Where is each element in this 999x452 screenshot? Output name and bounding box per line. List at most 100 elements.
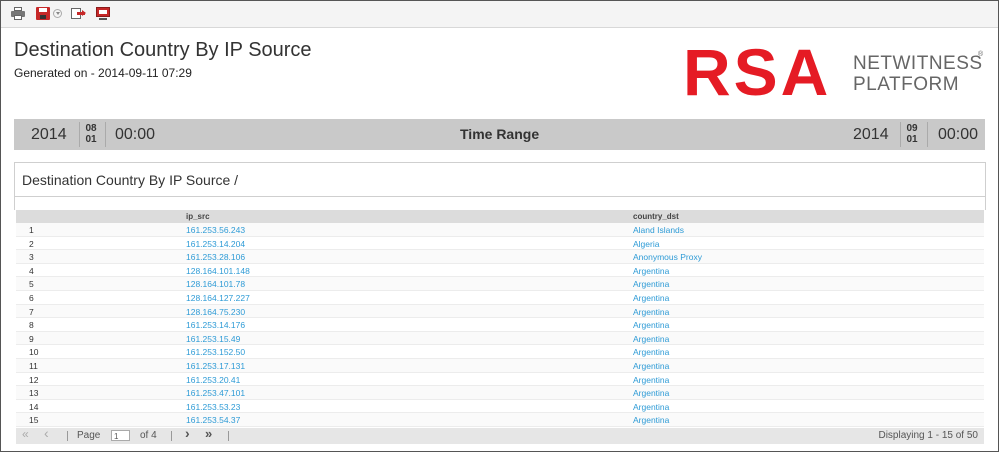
last-page-button[interactable]: » <box>205 427 212 440</box>
table-row[interactable]: 11 161.253.17.131 Argentina <box>16 358 984 373</box>
row-number: 11 <box>29 360 38 371</box>
generated-timestamp: Generated on - 2014-09-11 07:29 <box>14 66 192 80</box>
logo-line1: NETWITNESS <box>853 53 983 74</box>
report-panel-header: Destination Country By IP Source / <box>14 162 986 197</box>
country-dst-link[interactable]: Aland Islands <box>633 225 684 235</box>
time-range-label: Time Range <box>460 126 540 142</box>
country-dst-link[interactable]: Argentina <box>633 347 669 357</box>
table-row[interactable]: 1 161.253.56.243 Aland Islands <box>16 223 984 237</box>
page-title: Destination Country By IP Source <box>14 39 312 61</box>
country-dst-link[interactable]: Argentina <box>633 320 669 330</box>
ip-src-link[interactable]: 161.253.15.49 <box>186 334 240 344</box>
table-row[interactable]: 3 161.253.28.106 Anonymous Proxy <box>16 250 984 264</box>
window-icon[interactable] <box>96 7 110 20</box>
row-number: 14 <box>29 401 39 412</box>
row-number: 2 <box>29 238 34 249</box>
country-dst-link[interactable]: Anonymous Proxy <box>633 252 702 262</box>
ip-src-link[interactable]: 128.164.101.148 <box>186 266 250 276</box>
end-day: 01 <box>906 134 918 145</box>
table-row[interactable]: 14 161.253.53.23 Argentina <box>16 400 984 414</box>
toolbar <box>1 1 998 28</box>
table-row[interactable]: 7 128.164.75.230 Argentina <box>16 304 984 319</box>
start-month: 08 <box>85 123 97 134</box>
row-number: 12 <box>29 374 39 385</box>
start-time: 00:00 <box>115 126 156 143</box>
country-dst-link[interactable]: Argentina <box>633 388 669 398</box>
ip-src-link[interactable]: 128.164.127.227 <box>186 293 250 303</box>
country-dst-link[interactable]: Algeria <box>633 239 659 249</box>
table-row[interactable]: 2 161.253.14.204 Algeria <box>16 237 984 251</box>
results-table: ip_src country_dst 1 161.253.56.243 Aland … <box>16 210 984 427</box>
prev-page-button[interactable]: ‹ <box>44 426 49 440</box>
table-row[interactable]: 12 161.253.20.41 Argentina <box>16 373 984 387</box>
table-header: ip_src country_dst <box>16 210 984 223</box>
ip-src-link[interactable]: 161.253.47.101 <box>186 388 245 398</box>
printer-icon[interactable] <box>11 7 25 20</box>
row-number: 8 <box>29 320 34 331</box>
end-year: 2014 <box>853 126 889 143</box>
table-row[interactable]: 10 161.253.152.50 Argentina <box>16 345 984 359</box>
row-number: 13 <box>29 388 39 399</box>
save-icon[interactable] <box>36 7 50 20</box>
start-day: 01 <box>85 134 97 145</box>
country-dst-link[interactable]: Argentina <box>633 307 669 317</box>
time-range-bar: 2014 08 01 00:00 Time Range 2014 09 01 0… <box>14 119 985 150</box>
table-row[interactable]: 13 161.253.47.101 Argentina <box>16 386 984 400</box>
logo-registered: ® <box>978 51 984 58</box>
logo-line2: PLATFORM <box>853 74 960 95</box>
ip-src-link[interactable]: 161.253.20.41 <box>186 375 240 385</box>
start-year: 2014 <box>31 126 67 143</box>
row-number: 6 <box>29 292 34 303</box>
ip-src-link[interactable]: 161.253.56.243 <box>186 225 245 235</box>
panel-title: Destination Country By IP Source / <box>22 172 239 188</box>
ip-src-link[interactable]: 161.253.53.23 <box>186 402 240 412</box>
page-number-input[interactable]: 1 <box>111 430 130 441</box>
row-number: 9 <box>29 333 34 344</box>
row-number: 3 <box>29 252 34 263</box>
table-row[interactable]: 9 161.253.15.49 Argentina <box>16 331 984 346</box>
table-row[interactable]: 8 161.253.14.176 Argentina <box>16 318 984 332</box>
end-month: 09 <box>906 123 918 134</box>
start-month-day: 08 01 <box>81 123 101 154</box>
country-dst-link[interactable]: Argentina <box>633 279 669 289</box>
row-number: 4 <box>29 265 34 276</box>
table-row[interactable]: 6 128.164.127.227 Argentina <box>16 291 984 305</box>
row-number: 10 <box>29 347 39 358</box>
page-label: Page <box>77 430 101 441</box>
table-row[interactable]: 4 128.164.101.148 Argentina <box>16 264 984 278</box>
pager: « ‹ Page 1 of 4 › » Displaying 1 - 15 of… <box>16 426 984 444</box>
row-number: 5 <box>29 279 34 290</box>
ip-src-link[interactable]: 161.253.28.106 <box>186 252 245 262</box>
table-row[interactable]: 15 161.253.54.37 Argentina <box>16 413 984 427</box>
first-page-button[interactable]: « <box>22 428 29 440</box>
country-dst-link[interactable]: Argentina <box>633 266 669 276</box>
country-dst-link[interactable]: Argentina <box>633 375 669 385</box>
next-page-button[interactable]: › <box>185 426 190 440</box>
ip-src-link[interactable]: 128.164.101.78 <box>186 279 245 289</box>
displaying-count: Displaying 1 - 15 of 50 <box>878 430 978 441</box>
country-dst-link[interactable]: Argentina <box>633 293 669 303</box>
ip-src-link[interactable]: 128.164.75.230 <box>186 307 245 317</box>
table-body: 1 161.253.56.243 Aland Islands 2 161.253.14.… <box>16 223 984 427</box>
row-number: 1 <box>29 225 34 235</box>
table-row[interactable]: 5 128.164.101.78 Argentina <box>16 277 984 291</box>
country-dst-link[interactable]: Argentina <box>633 334 669 344</box>
ip-src-link[interactable]: 161.253.14.176 <box>186 320 245 330</box>
ip-src-link[interactable]: 161.253.152.50 <box>186 347 245 357</box>
export-icon[interactable] <box>71 7 86 20</box>
row-number: 15 <box>29 415 39 426</box>
end-month-day: 09 01 <box>902 123 922 154</box>
country-dst-link[interactable]: Argentina <box>633 361 669 371</box>
ip-src-link[interactable]: 161.253.17.131 <box>186 361 245 371</box>
ip-src-link[interactable]: 161.253.54.37 <box>186 415 240 425</box>
column-header-ip-src[interactable]: ip_src <box>186 212 210 221</box>
country-dst-link[interactable]: Argentina <box>633 415 669 425</box>
rsa-logo: RSA NETWITNESS PLATFORM ® <box>683 35 984 109</box>
column-header-country-dst[interactable]: country_dst <box>633 212 679 221</box>
page-count-label: of 4 <box>140 430 157 441</box>
ip-src-link[interactable]: 161.253.14.204 <box>186 239 245 249</box>
country-dst-link[interactable]: Argentina <box>633 402 669 412</box>
end-time: 00:00 <box>938 126 979 143</box>
dropdown-icon[interactable] <box>53 9 62 18</box>
logo-brand: RSA <box>683 35 832 109</box>
